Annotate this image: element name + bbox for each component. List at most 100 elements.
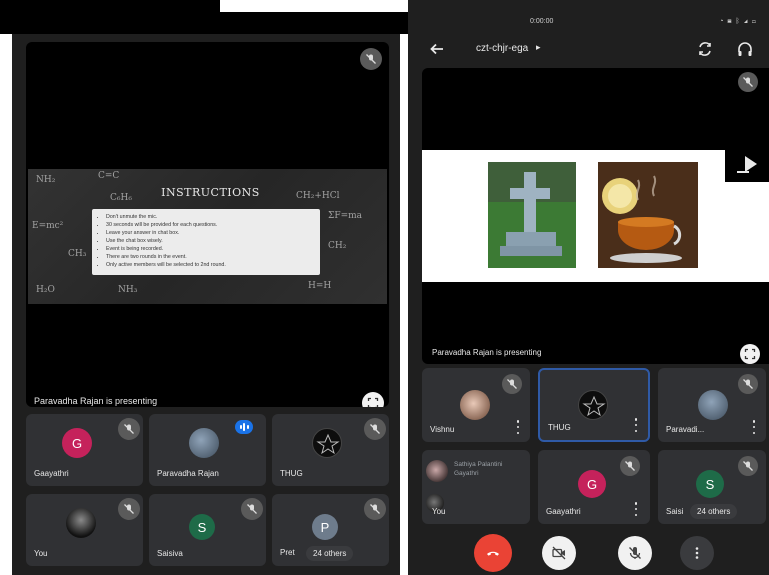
instruction-list: Don't unmute the mic. 30 seconds will be… <box>92 209 320 275</box>
left-meeting-panel: NH₂ C=C CH₂+HCl E=mc² CH₂ C₆H₆ ΣF=ma CH₃… <box>12 34 400 575</box>
instruction-item: Leave your answer in chat box. <box>106 229 314 237</box>
more-vert-icon[interactable] <box>632 502 640 516</box>
participant-name: You <box>432 507 446 516</box>
participant-tile[interactable]: G Gaayathri <box>538 450 650 524</box>
mic-off-icon <box>502 374 522 394</box>
audio-output-icon[interactable] <box>736 40 754 58</box>
participant-name: Gaayathri <box>546 507 581 516</box>
participant-tile-active[interactable]: THUG <box>538 368 650 442</box>
speaking-indicator-icon <box>235 420 253 434</box>
chem-formula: C=C <box>98 171 120 181</box>
shared-slide <box>422 150 769 282</box>
others-count-pill[interactable]: 24 others <box>306 546 354 561</box>
caption-line: Gayathri <box>454 470 479 477</box>
pointer-badge <box>725 150 769 182</box>
fullscreen-icon <box>367 397 379 407</box>
fullscreen-icon <box>744 348 756 360</box>
participant-tile[interactable]: Paravadi... <box>658 368 766 442</box>
mic-off-icon <box>629 547 641 559</box>
mic-off-icon <box>118 498 140 520</box>
participant-name: THUG <box>548 423 571 432</box>
mic-off-icon <box>738 72 758 92</box>
phone-hangup-icon <box>487 551 499 556</box>
chem-formula: ΣF=ma <box>328 211 363 221</box>
mic-off-icon <box>620 456 640 476</box>
participant-name: Saisi <box>666 507 684 516</box>
participant-tile[interactable]: Paravadha Rajan <box>149 414 266 486</box>
participant-tile[interactable]: S Saisiva <box>149 494 266 566</box>
more-vert-icon[interactable] <box>750 420 758 434</box>
chem-formula: NH₃ <box>118 285 138 295</box>
participant-name: Paravadi... <box>666 425 705 434</box>
participant-name: Vishnu <box>430 425 455 434</box>
fullscreen-button[interactable] <box>740 344 760 364</box>
chem-formula: CH₂ <box>328 241 347 251</box>
status-icons: ◔ ▦ ᛒ ◢ ▭ <box>719 18 757 25</box>
presentation-tile[interactable]: Paravadha Rajan is presenting <box>422 68 769 364</box>
screenshot: NH₂ C=C CH₂+HCl E=mc² CH₂ C₆H₆ ΣF=ma CH₃… <box>0 0 769 575</box>
participant-name: Saisiva <box>157 549 183 558</box>
participant-name: Gaayathri <box>34 469 69 478</box>
instruction-item: Event is being recorded. <box>106 245 314 253</box>
gravestone-image <box>488 162 576 268</box>
instruction-item: Only active members will be selected to … <box>106 261 314 269</box>
avatar <box>189 428 219 458</box>
avatar: P <box>312 514 338 540</box>
participant-tile[interactable]: S Saisi 24 others <box>658 450 766 524</box>
presenter-label: Paravadha Rajan is presenting <box>432 348 542 357</box>
participant-tile[interactable]: You <box>26 494 143 566</box>
avatar: S <box>696 470 724 498</box>
mic-off-icon <box>360 48 382 70</box>
chem-formula: H₂O <box>36 285 55 295</box>
chem-formula: NH₂ <box>36 175 56 185</box>
instruction-item: Use the chat box wisely. <box>106 237 314 245</box>
mic-off-icon <box>118 418 140 440</box>
mic-off-icon <box>738 456 758 476</box>
mic-off-icon <box>738 374 758 394</box>
fullscreen-button[interactable] <box>362 392 384 407</box>
caption-text: Sathiya Palantini Gayathri <box>454 460 502 478</box>
switch-camera-icon[interactable] <box>696 40 714 58</box>
chem-formula: CH₂+HCl <box>296 191 340 201</box>
present-icon <box>737 156 757 173</box>
avatar <box>578 390 608 420</box>
video-off-icon <box>552 546 566 560</box>
avatar <box>66 508 96 538</box>
tea-cup-image <box>598 162 698 268</box>
back-arrow-icon[interactable] <box>428 40 446 58</box>
presenter-label: Paravadha Rajan is presenting <box>34 396 158 406</box>
app-bar: czt-chjr-ega ▸ <box>408 34 769 66</box>
avatar <box>312 428 342 458</box>
participant-name: Pret <box>280 548 295 557</box>
camera-toggle-button[interactable] <box>542 536 576 570</box>
chem-formula: E=mc² <box>32 221 64 231</box>
mic-off-icon <box>364 418 386 440</box>
participant-tile[interactable]: G Gaayathri <box>26 414 143 486</box>
participant-tile[interactable]: THUG <box>272 414 389 486</box>
more-vert-icon[interactable] <box>632 418 640 432</box>
caption-line: Sathiya Palantini <box>454 461 503 468</box>
slide-title: INSTRUCTIONS <box>161 186 260 199</box>
end-call-button[interactable] <box>474 534 512 572</box>
instruction-item: 30 seconds will be provided for each que… <box>106 221 314 229</box>
mic-off-icon <box>364 498 386 520</box>
instructions-slide: NH₂ C=C CH₂+HCl E=mc² CH₂ C₆H₆ ΣF=ma CH₃… <box>28 169 387 304</box>
instruction-item: There are two rounds in the event. <box>106 253 314 261</box>
more-vert-icon <box>695 547 699 559</box>
participant-name: You <box>34 549 48 558</box>
chem-formula: CH₃ <box>68 249 87 259</box>
avatar: S <box>189 514 215 540</box>
more-vert-icon[interactable] <box>514 420 522 434</box>
participant-tile[interactable]: P Pret 24 others <box>272 494 389 566</box>
others-count-pill[interactable]: 24 others <box>690 504 738 519</box>
mic-toggle-button[interactable] <box>618 536 652 570</box>
chevron-right-icon[interactable]: ▸ <box>536 42 541 53</box>
avatar <box>698 390 728 420</box>
instruction-item: Don't unmute the mic. <box>106 213 314 221</box>
presentation-tile[interactable]: NH₂ C=C CH₂+HCl E=mc² CH₂ C₆H₆ ΣF=ma CH₃… <box>26 42 389 407</box>
avatar: G <box>62 428 92 458</box>
more-options-button[interactable] <box>680 536 714 570</box>
participant-tile-self[interactable]: Sathiya Palantini Gayathri You <box>422 450 530 524</box>
meeting-code[interactable]: czt-chjr-ega <box>476 43 528 54</box>
participant-tile[interactable]: Vishnu <box>422 368 530 442</box>
